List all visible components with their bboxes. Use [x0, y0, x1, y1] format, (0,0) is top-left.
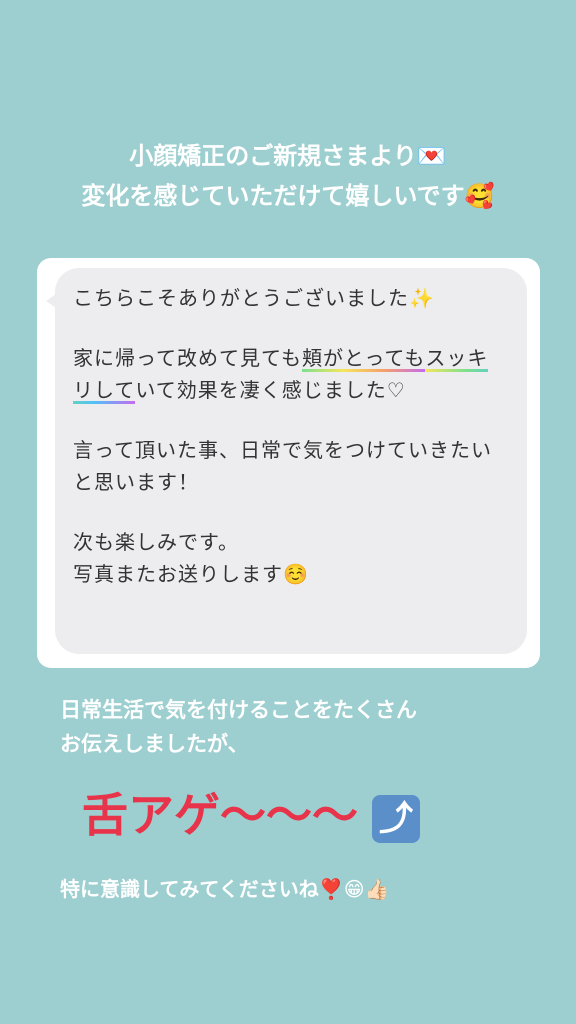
arrow-up-right-icon: ⤴	[372, 794, 420, 843]
message-paragraph-4-line-1: 次も楽しみです。	[73, 530, 239, 554]
headline-text: 舌アゲ〜〜〜	[82, 788, 358, 842]
highlight-cheek: 頬がとっても	[302, 346, 426, 372]
footer-text-1: 日常生活で気を付けることをたくさん お伝えしましたが、	[60, 693, 540, 761]
bubble-tail	[46, 294, 56, 308]
message-paragraph-3: 言って頂いた事、日常で気をつけていきたいと思います！	[73, 438, 492, 494]
footer-line-1: 日常生活で気を付けることをたくさん	[60, 698, 417, 722]
message-p2-a: 家に帰って改めて見ても	[73, 346, 302, 370]
message-paragraph-4-line-2: 写真またお送りします☺️	[73, 562, 309, 586]
header-line-1: 小顔矯正のご新規さまより💌	[129, 142, 447, 170]
footer-line-2: お伝えしましたが、	[60, 732, 249, 756]
message-paragraph-1: こちらこそありがとうございました✨	[73, 286, 435, 310]
message-bubble: こちらこそありがとうございました✨ 家に帰って改めて見ても頬がとってもスッキリし…	[46, 268, 527, 654]
header-line-2: 変化を感じていただけて嬉しいです🥰	[81, 182, 495, 210]
message-paragraph-2: 家に帰って改めて見ても頬がとってもスッキリしていて効果を凄く感じました♡	[73, 342, 503, 406]
message-p2-c: いて効果を凄く感じました♡	[135, 378, 406, 402]
story-header: 小顔矯正のご新規さまより💌 変化を感じていただけて嬉しいです🥰	[0, 136, 576, 216]
message-screenshot-card: こちらこそありがとうございました✨ 家に帰って改めて見ても頬がとってもスッキリし…	[37, 258, 540, 668]
tongue-up-headline: 舌アゲ〜〜〜 ⤴	[82, 785, 420, 845]
footer-line-3: 特に意識してみてくださいね❣️😁👍🏻	[60, 877, 390, 901]
message-text: こちらこそありがとうございました✨ 家に帰って改めて見ても頬がとってもスッキリし…	[73, 282, 503, 590]
